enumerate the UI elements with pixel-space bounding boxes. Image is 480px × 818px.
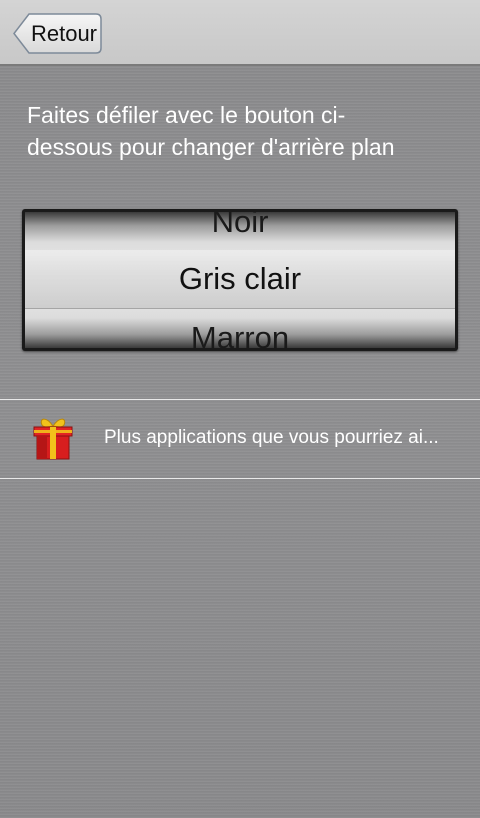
top-bar: Retour: [0, 0, 480, 66]
back-button-label: Retour: [30, 20, 98, 46]
back-button[interactable]: Retour: [13, 13, 102, 54]
instructions-line-1: Faites défiler avec le bouton ci-: [27, 102, 346, 128]
gift-icon: [30, 414, 76, 467]
more-apps-row[interactable]: Plus applications que vous pourriez ai..…: [0, 399, 480, 479]
instructions-text: Faites défiler avec le bouton ci- dessou…: [27, 99, 467, 163]
instructions-line-2: dessous pour changer d'arrière plan: [27, 134, 395, 160]
picker-drum[interactable]: Noir Gris clair Marron: [25, 212, 455, 348]
picker-option-previous[interactable]: Noir: [25, 212, 455, 240]
picker-option-selected[interactable]: Gris clair: [25, 261, 455, 297]
more-apps-label: Plus applications que vous pourriez ai..…: [104, 427, 439, 448]
background-color-picker[interactable]: Noir Gris clair Marron: [22, 209, 458, 351]
picker-option-next[interactable]: Marron: [25, 320, 455, 348]
